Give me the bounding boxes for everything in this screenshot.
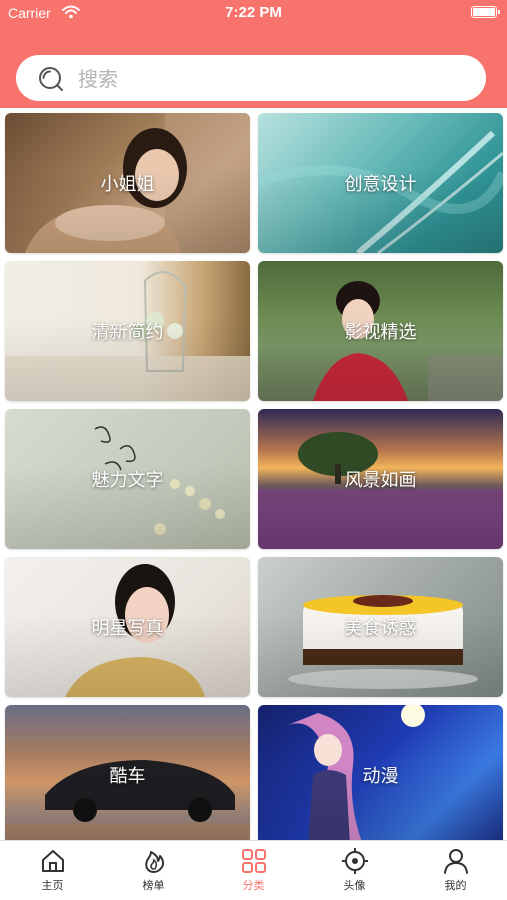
category-tile-food[interactable]: 美食诱惑 (258, 557, 503, 697)
category-label: 明星写真 (91, 618, 164, 639)
category-tile-creative-design[interactable]: 创意设计 (258, 113, 503, 253)
grid-icon (241, 849, 266, 873)
category-label: 清新简约 (91, 322, 164, 343)
category-tile-xiaojiejie[interactable]: 小姐姐 (5, 113, 250, 253)
target-icon (341, 848, 368, 874)
tab-label: 分类 (242, 879, 265, 892)
category-label: 小姐姐 (100, 174, 155, 195)
home-icon (41, 850, 64, 872)
category-tile-charm-text[interactable]: 魅力文字 (5, 409, 250, 549)
status-bar: Carrier 7:22 PM (0, 0, 507, 28)
tab-ranking[interactable]: 榜单 (103, 847, 204, 899)
tab-label: 主页 (41, 879, 64, 892)
category-label: 创意设计 (344, 174, 417, 195)
person-icon (443, 849, 468, 874)
category-tile-anime[interactable]: 动漫 (258, 705, 503, 840)
tab-avatars[interactable]: 头像 (304, 847, 405, 899)
tab-label: 我的 (444, 879, 467, 892)
tab-categories[interactable]: 分类 (203, 847, 304, 899)
search-bar[interactable] (16, 55, 486, 101)
category-grid: 小姐姐 创意设计 清新简约 影视精选 魅力文字 风景如画 明星写真 美食诱惑 酷… (0, 108, 507, 840)
category-label: 风景如画 (344, 470, 417, 491)
category-label: 美食诱惑 (344, 618, 417, 639)
category-tile-film-picks[interactable]: 影视精选 (258, 261, 503, 401)
tab-home[interactable]: 主页 (2, 847, 103, 899)
category-tile-cool-cars[interactable]: 酷车 (5, 705, 250, 840)
search-icon (39, 67, 63, 91)
category-label: 动漫 (362, 766, 399, 787)
clock: 7:22 PM (225, 4, 282, 21)
tab-bar: 主页 榜单 分类 头像 我的 (0, 840, 507, 900)
search-input[interactable] (76, 61, 460, 97)
category-label: 影视精选 (344, 322, 417, 343)
tab-label: 榜单 (142, 879, 165, 892)
flame-icon (144, 851, 164, 873)
header (0, 28, 507, 108)
battery-icon (471, 6, 500, 18)
category-tile-fresh-simple[interactable]: 清新简约 (5, 261, 250, 401)
category-tile-celebrity-photos[interactable]: 明星写真 (5, 557, 250, 697)
category-label: 魅力文字 (91, 470, 164, 491)
category-label: 酷车 (109, 766, 146, 787)
tab-profile[interactable]: 我的 (405, 847, 506, 899)
tab-label: 头像 (343, 879, 366, 892)
category-tile-scenery[interactable]: 风景如画 (258, 409, 503, 549)
